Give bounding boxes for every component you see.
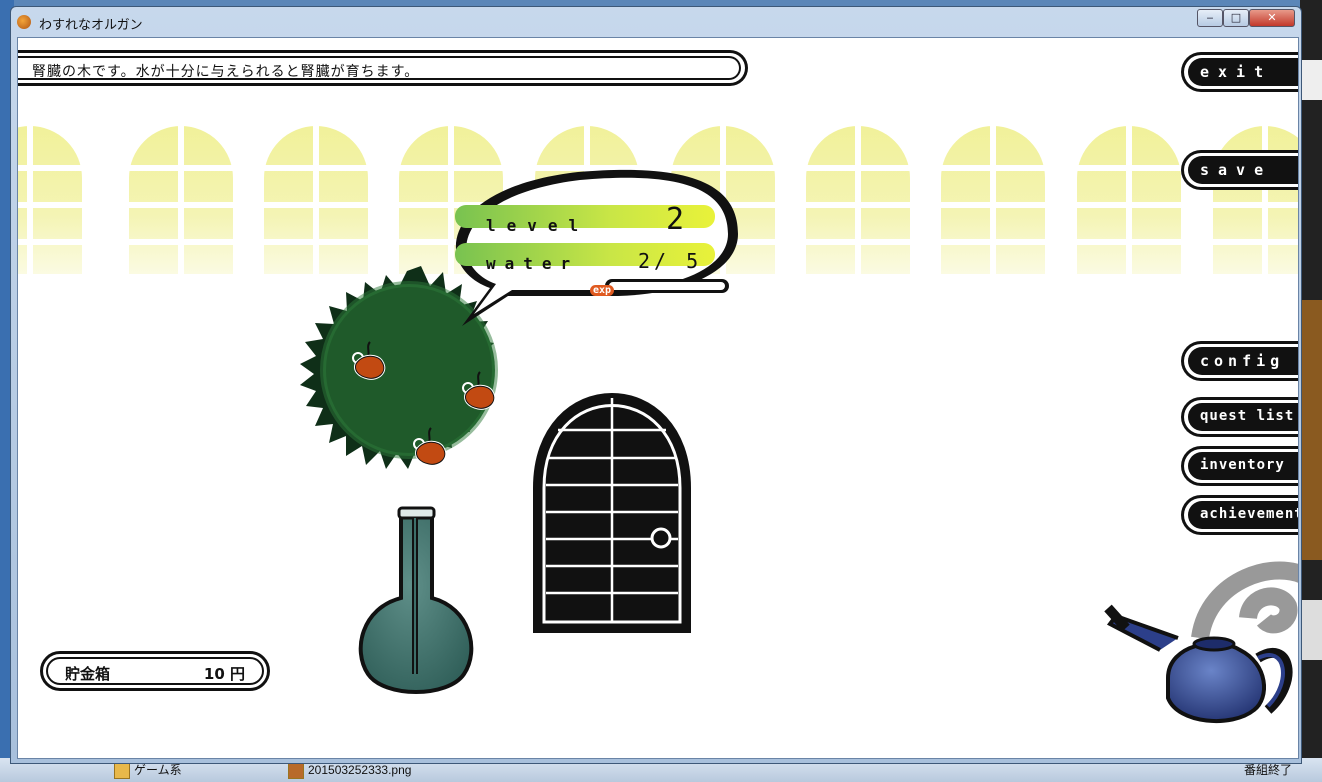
quest-list-button-label: quest list <box>1200 408 1295 424</box>
exp-label: exp <box>590 285 615 296</box>
level-value: 2 <box>666 202 685 237</box>
message-text: 腎臓の木です。水が十分に与えられると腎臓が育ちます。 <box>32 64 420 80</box>
piggy-bank-label: 貯金箱 <box>65 665 111 683</box>
quest-list-button[interactable]: quest list <box>1181 397 1298 437</box>
title-bar[interactable]: わすれなオルガン ‒ □ ✕ <box>11 7 1301 37</box>
inventory-button-label: inventory <box>1200 457 1285 473</box>
close-button[interactable]: ✕ <box>1249 9 1295 27</box>
desktop-right-edge <box>1300 0 1322 782</box>
piggy-bank-value: 10 円 <box>203 665 245 683</box>
game-window: わすれなオルガン ‒ □ ✕ 腎臓の木です。水が十分に与えられると腎臓が育ちます… <box>10 6 1302 764</box>
folder-icon <box>114 763 130 779</box>
inventory-button[interactable]: inventory <box>1181 446 1298 486</box>
exit-button-label: exit <box>1200 63 1273 81</box>
background-window-fragment <box>1300 60 1322 100</box>
level-label: level <box>486 216 590 235</box>
exit-button[interactable]: exit <box>1181 52 1298 92</box>
achievement-button-label: achievement <box>1200 506 1299 522</box>
background-window-fragment <box>1300 600 1322 660</box>
window-title: わすれなオルガン <box>39 17 143 32</box>
app-icon <box>17 15 31 29</box>
water-label: water <box>486 254 580 273</box>
water-value: 2/ 5 <box>638 249 703 273</box>
vase <box>358 506 474 694</box>
config-button-label: config <box>1200 352 1285 370</box>
arched-door[interactable] <box>533 393 691 633</box>
game-canvas: 腎臓の木です。水が十分に与えられると腎臓が育ちます。 level 2 water… <box>17 37 1299 759</box>
save-button-label: save <box>1200 161 1273 179</box>
maximize-button[interactable]: □ <box>1223 9 1249 27</box>
message-bar: 腎臓の木です。水が十分に与えられると腎臓が育ちます。 <box>18 50 748 86</box>
save-button[interactable]: save <box>1181 150 1298 190</box>
achievement-button[interactable]: achievement <box>1181 495 1299 535</box>
taskbar-item-label: 番組終了 <box>1244 763 1293 777</box>
taskbar-item-label: ゲーム系 <box>134 763 182 777</box>
wind-swirl <box>1191 561 1298 640</box>
taskbar-item-label: 201503252333.png <box>308 763 412 777</box>
image-file-icon <box>288 763 304 779</box>
piggy-bank-display: 貯金箱 10 円 <box>40 651 270 691</box>
minimize-button[interactable]: ‒ <box>1197 9 1223 27</box>
door-knob <box>650 527 672 549</box>
config-button[interactable]: config <box>1181 341 1298 381</box>
background-window-fragment <box>1300 300 1322 560</box>
